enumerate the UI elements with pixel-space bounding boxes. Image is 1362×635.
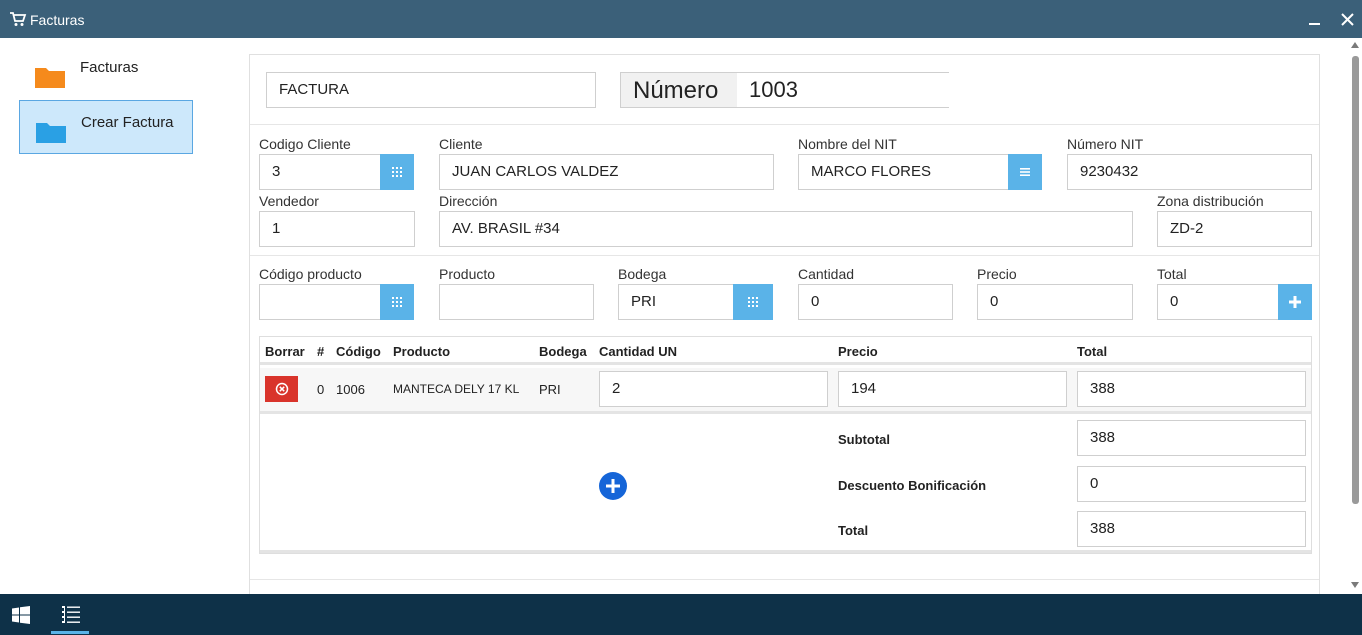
column-header: Código	[336, 344, 381, 359]
title-bar: Facturas	[0, 0, 1362, 38]
total-summary-field[interactable]: 388	[1077, 511, 1306, 547]
numero-value[interactable]: 1003	[737, 73, 949, 107]
codigo-producto-picker-button[interactable]	[380, 284, 414, 320]
scroll-up-icon[interactable]	[1350, 41, 1360, 49]
subtotal-field[interactable]: 388	[1077, 420, 1306, 456]
grid-icon	[392, 167, 402, 177]
cliente-input[interactable]: JUAN CARLOS VALDEZ	[439, 154, 774, 190]
column-header: Total	[1077, 344, 1108, 359]
vendedor-input[interactable]: 1	[259, 211, 415, 247]
precio-label: Precio	[977, 266, 1017, 282]
row-bodega: PRI	[539, 382, 561, 397]
nombre-nit-input[interactable]: MARCO FLORES	[798, 154, 1010, 190]
invoice-panel: FACTURA Número 1003 Codigo Cliente 3 Cli…	[249, 54, 1320, 614]
row-index: 0	[317, 382, 325, 397]
column-header: Precio	[838, 344, 878, 359]
nombre-nit-list-button[interactable]	[1008, 154, 1042, 190]
precio-input[interactable]: 0	[977, 284, 1133, 320]
cliente-label: Cliente	[439, 136, 483, 152]
numero-box: Número 1003	[620, 72, 949, 108]
items-table: Borrar # Código Producto Bodega Cantidad…	[259, 336, 1312, 554]
total-summary-label: Total	[838, 523, 869, 538]
codigo-cliente-label: Codigo Cliente	[259, 136, 351, 152]
zona-label: Zona distribución	[1157, 193, 1264, 209]
sidebar-item-label: Crear Factura	[81, 114, 174, 131]
numero-nit-label: Número NIT	[1067, 136, 1144, 152]
scrollbar-thumb[interactable]	[1352, 56, 1359, 504]
cart-icon	[10, 12, 27, 26]
column-header: Cantidad UN	[599, 344, 677, 359]
windows-start-icon[interactable]	[12, 606, 30, 624]
column-header: Producto	[393, 344, 451, 359]
descuento-field[interactable]: 0	[1077, 466, 1306, 502]
remove-circle-icon	[275, 382, 289, 396]
divider	[250, 579, 1319, 580]
doc-type-field[interactable]: FACTURA	[266, 72, 596, 108]
total-input[interactable]: 0	[1157, 284, 1279, 320]
bodega-label: Bodega	[618, 266, 667, 282]
column-header: Borrar	[265, 344, 305, 359]
window-title: Facturas	[30, 12, 85, 28]
table-row: 0 1006 MANTECA DELY 17 KL PRI 2 194 388	[260, 368, 1311, 414]
bodega-input[interactable]: PRI	[618, 284, 735, 320]
row-total-input[interactable]: 388	[1077, 371, 1306, 407]
numero-label: Número	[633, 77, 719, 104]
grid-icon	[748, 297, 758, 307]
app-list-icon[interactable]	[61, 604, 81, 624]
producto-label: Producto	[439, 266, 496, 282]
bodega-picker-button[interactable]	[733, 284, 773, 320]
column-header: #	[317, 344, 325, 359]
codigo-cliente-input[interactable]: 3	[259, 154, 381, 190]
plus-icon	[1289, 296, 1301, 308]
row-precio-input[interactable]: 194	[838, 371, 1067, 407]
total-label: Total	[1157, 266, 1187, 282]
zona-input[interactable]: ZD-2	[1157, 211, 1312, 247]
add-product-button[interactable]	[1278, 284, 1312, 320]
sidebar-item-label: Facturas	[80, 59, 139, 76]
producto-input[interactable]	[439, 284, 594, 320]
table-header: Borrar # Código Producto Bodega Cantidad…	[260, 337, 1311, 365]
divider	[250, 124, 1319, 125]
numero-nit-input[interactable]: 9230432	[1067, 154, 1312, 190]
cantidad-input[interactable]: 0	[798, 284, 953, 320]
descuento-label: Descuento Bonificación	[838, 478, 987, 493]
codigo-cliente-picker-button[interactable]	[380, 154, 414, 190]
sidebar-item-facturas[interactable]: Facturas	[19, 46, 193, 100]
scroll-down-icon[interactable]	[1350, 581, 1360, 589]
minimize-icon[interactable]	[1303, 8, 1327, 32]
active-app-indicator	[51, 631, 89, 634]
nombre-nit-label: Nombre del NIT	[798, 136, 897, 152]
list-icon	[1020, 168, 1030, 176]
sidebar-item-crear-factura[interactable]: Crear Factura	[19, 100, 193, 154]
taskbar	[0, 594, 1362, 635]
folder-icon	[36, 123, 66, 143]
table-footer-border	[260, 550, 1311, 553]
codigo-producto-input[interactable]	[259, 284, 381, 320]
codigo-producto-label: Código producto	[259, 266, 362, 282]
column-header: Bodega	[539, 344, 587, 359]
cantidad-label: Cantidad	[798, 266, 855, 282]
delete-row-button[interactable]	[265, 376, 298, 402]
direccion-input[interactable]: AV. BRASIL #34	[439, 211, 1133, 247]
grid-icon	[392, 297, 402, 307]
direccion-label: Dirección	[439, 193, 498, 209]
close-icon[interactable]	[1336, 8, 1360, 32]
row-producto: MANTECA DELY 17 KL	[393, 382, 520, 396]
divider	[250, 255, 1319, 256]
row-codigo: 1006	[336, 382, 365, 397]
subtotal-label: Subtotal	[838, 432, 890, 447]
add-row-icon[interactable]	[599, 472, 627, 500]
row-cantidad-input[interactable]: 2	[599, 371, 828, 407]
vendedor-label: Vendedor	[259, 193, 319, 209]
folder-icon	[35, 68, 65, 88]
